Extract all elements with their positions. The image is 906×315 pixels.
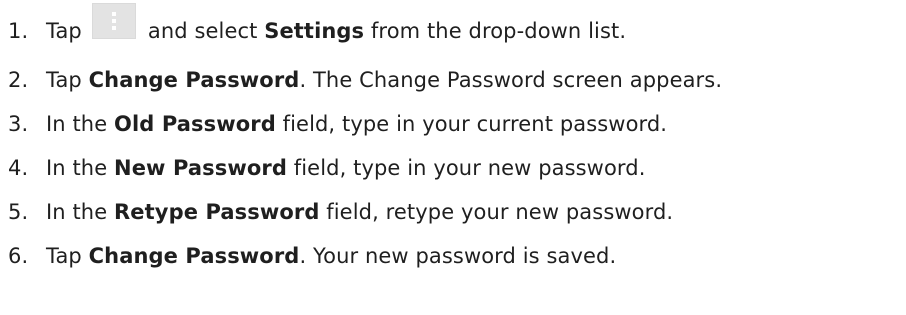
step-text: . The Change Password screen appears. [299, 68, 723, 92]
step-3: 3. In the Old Password field, type in yo… [8, 102, 902, 146]
step-text: and select [147, 19, 265, 43]
step-number: 4. [8, 156, 29, 180]
step-text: field, type in your new password. [286, 156, 646, 180]
step-6: 6. Tap Change Password . Your new passwo… [8, 234, 902, 278]
step-text: In the [46, 200, 115, 224]
ui-term-settings: Settings [264, 19, 365, 43]
step-number: 6. [8, 244, 29, 268]
instruction-steps: 1. Tap and select Settings from the drop… [8, 0, 902, 278]
step-2: 2. Tap Change Password . The Change Pass… [8, 58, 902, 102]
ui-term-change-password: Change Password [88, 244, 300, 268]
step-text: field, retype your new password. [319, 200, 674, 224]
ui-term-retype-password: Retype Password [114, 200, 320, 224]
step-number: 5. [8, 200, 29, 224]
step-text: Tap [46, 244, 89, 268]
ui-term-new-password: New Password [114, 156, 287, 180]
step-text: Tap [46, 19, 82, 43]
step-text: In the [46, 156, 115, 180]
step-text: In the [46, 112, 115, 136]
step-number: 1. [8, 19, 29, 43]
ui-term-change-password: Change Password [88, 68, 300, 92]
step-text: from the drop-down list. [364, 19, 627, 43]
ui-term-old-password: Old Password [114, 112, 276, 136]
step-number: 3. [8, 112, 29, 136]
step-text: . Your new password is saved. [299, 244, 617, 268]
step-text: field, type in your current password. [275, 112, 668, 136]
step-4: 4. In the New Password field, type in yo… [8, 146, 902, 190]
step-number: 2. [8, 68, 29, 92]
step-1: 1. Tap and select Settings from the drop… [8, 0, 902, 58]
step-text: Tap [46, 68, 89, 92]
step-5: 5. In the Retype Password field, retype … [8, 190, 902, 234]
overflow-menu-icon [91, 3, 136, 39]
